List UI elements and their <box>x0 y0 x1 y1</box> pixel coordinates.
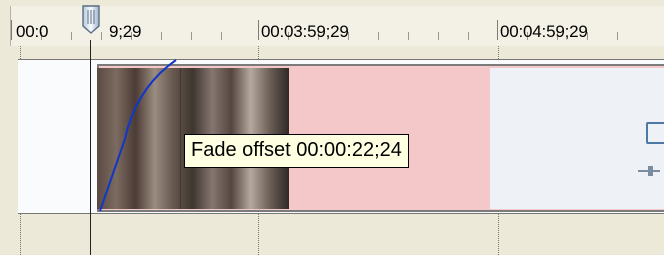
ruler-time-label-1b: 9;29 <box>109 22 142 41</box>
timeline-ruler[interactable]: 00:0 9;29 00:03:59;29 00:04:59;29 <box>10 6 664 46</box>
faded-thumbnail-text <box>505 102 605 128</box>
faded-thumbnail <box>490 68 664 209</box>
ruler-tick-minor <box>617 32 618 40</box>
playhead-marker-icon[interactable] <box>80 4 102 35</box>
ruler-tick-minor <box>71 32 72 40</box>
ruler-time-label-3: 00:04:59;29 <box>500 22 588 41</box>
ruler-tick-minor <box>438 32 439 40</box>
envelope-handle-icon[interactable] <box>638 165 660 177</box>
ruler-time-label-2: 00:03:59;29 <box>261 22 349 41</box>
ruler-tick-start <box>11 20 12 40</box>
ruler-tick-minor <box>221 32 222 40</box>
ruler-tick-major-1 <box>258 20 259 40</box>
fade-offset-tooltip: Fade offset 00:00:22;24 <box>184 134 409 168</box>
fade-offset-line[interactable] <box>97 59 187 215</box>
ruler-time-label-1a: 00:0 <box>16 22 49 41</box>
ruler-tick-minor <box>468 32 469 40</box>
ruler-tick-major-2 <box>497 20 498 40</box>
ruler-tick-minor <box>191 32 192 40</box>
ruler-tick-minor <box>378 32 379 40</box>
ruler-tick-minor <box>161 32 162 40</box>
ruler-tick-minor <box>408 32 409 40</box>
event-edge-handle-icon[interactable] <box>646 122 664 144</box>
playhead-cursor-line <box>90 40 91 255</box>
